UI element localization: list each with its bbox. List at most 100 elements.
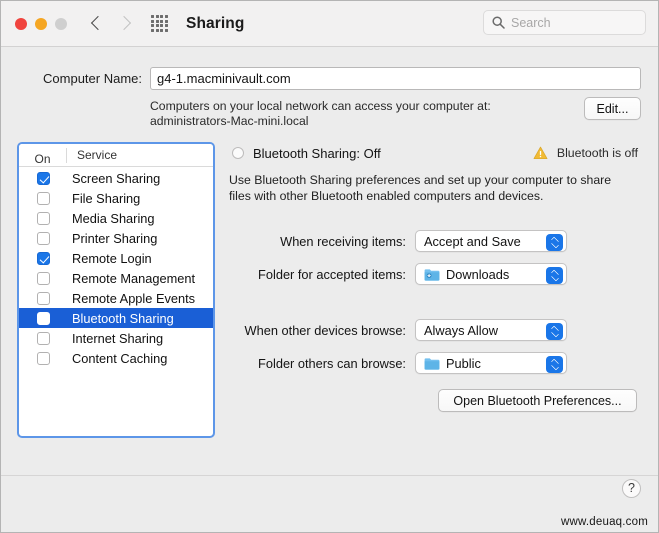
service-row-bluetooth-sharing[interactable]: Bluetooth Sharing	[19, 308, 213, 328]
public-folder-icon	[424, 357, 440, 370]
checkbox-cell[interactable]	[19, 192, 67, 205]
chevron-updown-icon[interactable]	[546, 234, 563, 251]
service-label: Bluetooth Sharing	[67, 311, 174, 326]
service-status-row: Bluetooth Sharing: Off Bluetooth is off	[229, 143, 642, 163]
checkbox-media-sharing[interactable]	[37, 212, 50, 225]
checkbox-cell[interactable]	[19, 332, 67, 345]
checkbox-cell[interactable]	[19, 212, 67, 225]
service-label: Remote Apple Events	[67, 291, 195, 306]
service-label: Remote Management	[67, 271, 195, 286]
checkbox-cell[interactable]	[19, 312, 67, 325]
service-row-remote-apple-events[interactable]: Remote Apple Events	[19, 288, 213, 308]
checkbox-remote-login[interactable]	[37, 252, 50, 265]
service-label: File Sharing	[67, 191, 140, 206]
when-receiving-items-label: When receiving items:	[229, 234, 415, 249]
warning-text: Bluetooth is off	[557, 146, 638, 160]
open-bluetooth-preferences-button[interactable]: Open Bluetooth Preferences...	[438, 389, 637, 412]
checkbox-printer-sharing[interactable]	[37, 232, 50, 245]
column-header-service: Service	[67, 148, 117, 162]
service-row-remote-management[interactable]: Remote Management	[19, 268, 213, 288]
minimize-button[interactable]	[35, 18, 47, 30]
service-row-file-sharing[interactable]: File Sharing	[19, 188, 213, 208]
checkbox-cell[interactable]	[19, 352, 67, 365]
checkbox-remote-management[interactable]	[37, 272, 50, 285]
search-icon	[492, 16, 505, 29]
sharing-preferences-window: Sharing Search Computer Name: Computers …	[0, 0, 659, 533]
downloads-folder-icon	[424, 268, 440, 281]
service-label: Content Caching	[67, 351, 167, 366]
checkbox-cell[interactable]	[19, 172, 67, 185]
service-list[interactable]: On Service Screen Sharing File Sharing M…	[17, 142, 215, 438]
service-row-internet-sharing[interactable]: Internet Sharing	[19, 328, 213, 348]
dropdown-value: Always Allow	[424, 323, 498, 338]
page-title: Sharing	[186, 15, 244, 33]
computer-name-label: Computer Name:	[17, 71, 150, 86]
browsing-settings-group: When other devices browse: Always Allow …	[229, 319, 642, 374]
when-receiving-items-row: When receiving items: Accept and Save	[229, 230, 642, 252]
back-chevron-icon[interactable]	[89, 13, 105, 35]
service-row-remote-login[interactable]: Remote Login	[19, 248, 213, 268]
computer-name-input[interactable]	[150, 67, 641, 90]
folder-others-can-browse-label: Folder others can browse:	[229, 356, 415, 371]
service-label: Remote Login	[67, 251, 152, 266]
folder-for-accepted-items-row: Folder for accepted items: Downloads	[229, 263, 642, 285]
service-row-content-caching[interactable]: Content Caching	[19, 348, 213, 368]
service-list-header: On Service	[19, 144, 213, 167]
warning-triangle-icon	[533, 146, 548, 160]
service-list-rows: Screen Sharing File Sharing Media Sharin…	[19, 167, 213, 368]
checkbox-remote-apple-events[interactable]	[37, 292, 50, 305]
checkbox-cell[interactable]	[19, 232, 67, 245]
edit-button[interactable]: Edit...	[584, 97, 641, 120]
computer-name-row: Computer Name:	[1, 47, 658, 90]
when-other-devices-browse-label: When other devices browse:	[229, 323, 415, 338]
checkbox-file-sharing[interactable]	[37, 192, 50, 205]
forward-chevron-icon[interactable]	[117, 13, 133, 35]
service-row-printer-sharing[interactable]: Printer Sharing	[19, 228, 213, 248]
folder-others-can-browse-dropdown[interactable]: Public	[415, 352, 567, 374]
service-label: Media Sharing	[67, 211, 155, 226]
checkbox-cell[interactable]	[19, 292, 67, 305]
bluetooth-warning: Bluetooth is off	[533, 146, 642, 160]
hint-line-1: Computers on your local network can acce…	[150, 99, 584, 114]
service-label: Screen Sharing	[67, 171, 160, 186]
chevron-updown-icon[interactable]	[546, 323, 563, 340]
status-title: Bluetooth Sharing: Off	[253, 146, 381, 161]
search-field[interactable]: Search	[483, 10, 646, 35]
checkbox-content-caching[interactable]	[37, 352, 50, 365]
checkbox-screen-sharing[interactable]	[37, 172, 50, 185]
dropdown-value: Public	[446, 356, 481, 371]
service-row-screen-sharing[interactable]: Screen Sharing	[19, 168, 213, 188]
traffic-light-controls	[15, 18, 67, 30]
help-button[interactable]: ?	[622, 479, 641, 498]
service-detail-pane: Bluetooth Sharing: Off Bluetooth is off …	[215, 142, 642, 437]
folder-for-accepted-items-label: Folder for accepted items:	[229, 267, 415, 282]
when-other-devices-browse-dropdown[interactable]: Always Allow	[415, 319, 567, 341]
checkbox-cell[interactable]	[19, 252, 67, 265]
checkbox-bluetooth-sharing[interactable]	[37, 312, 50, 325]
service-label: Internet Sharing	[67, 331, 163, 346]
dropdown-value: Accept and Save	[424, 234, 521, 249]
checkbox-internet-sharing[interactable]	[37, 332, 50, 345]
window-titlebar: Sharing Search	[1, 1, 658, 47]
service-label: Printer Sharing	[67, 231, 157, 246]
status-indicator-icon	[232, 147, 244, 159]
watermark-text: www.deuaq.com	[561, 516, 648, 528]
chevron-updown-icon[interactable]	[546, 356, 563, 373]
close-button[interactable]	[15, 18, 27, 30]
folder-others-can-browse-row: Folder others can browse: Public	[229, 352, 642, 374]
search-placeholder: Search	[511, 16, 551, 30]
service-row-media-sharing[interactable]: Media Sharing	[19, 208, 213, 228]
dropdown-value: Downloads	[446, 267, 509, 282]
when-other-devices-browse-row: When other devices browse: Always Allow	[229, 319, 642, 341]
when-receiving-items-dropdown[interactable]: Accept and Save	[415, 230, 567, 252]
show-all-grid-icon[interactable]	[151, 15, 168, 32]
zoom-button[interactable]	[55, 18, 67, 30]
chevron-updown-icon[interactable]	[546, 267, 563, 284]
window-footer: ? www.deuaq.com	[1, 475, 658, 532]
computer-name-hint-row: Computers on your local network can acce…	[1, 90, 658, 129]
service-description: Use Bluetooth Sharing preferences and se…	[229, 172, 621, 204]
checkbox-cell[interactable]	[19, 272, 67, 285]
main-content: On Service Screen Sharing File Sharing M…	[1, 129, 658, 437]
folder-for-accepted-items-dropdown[interactable]: Downloads	[415, 263, 567, 285]
network-access-hint: Computers on your local network can acce…	[150, 99, 584, 129]
